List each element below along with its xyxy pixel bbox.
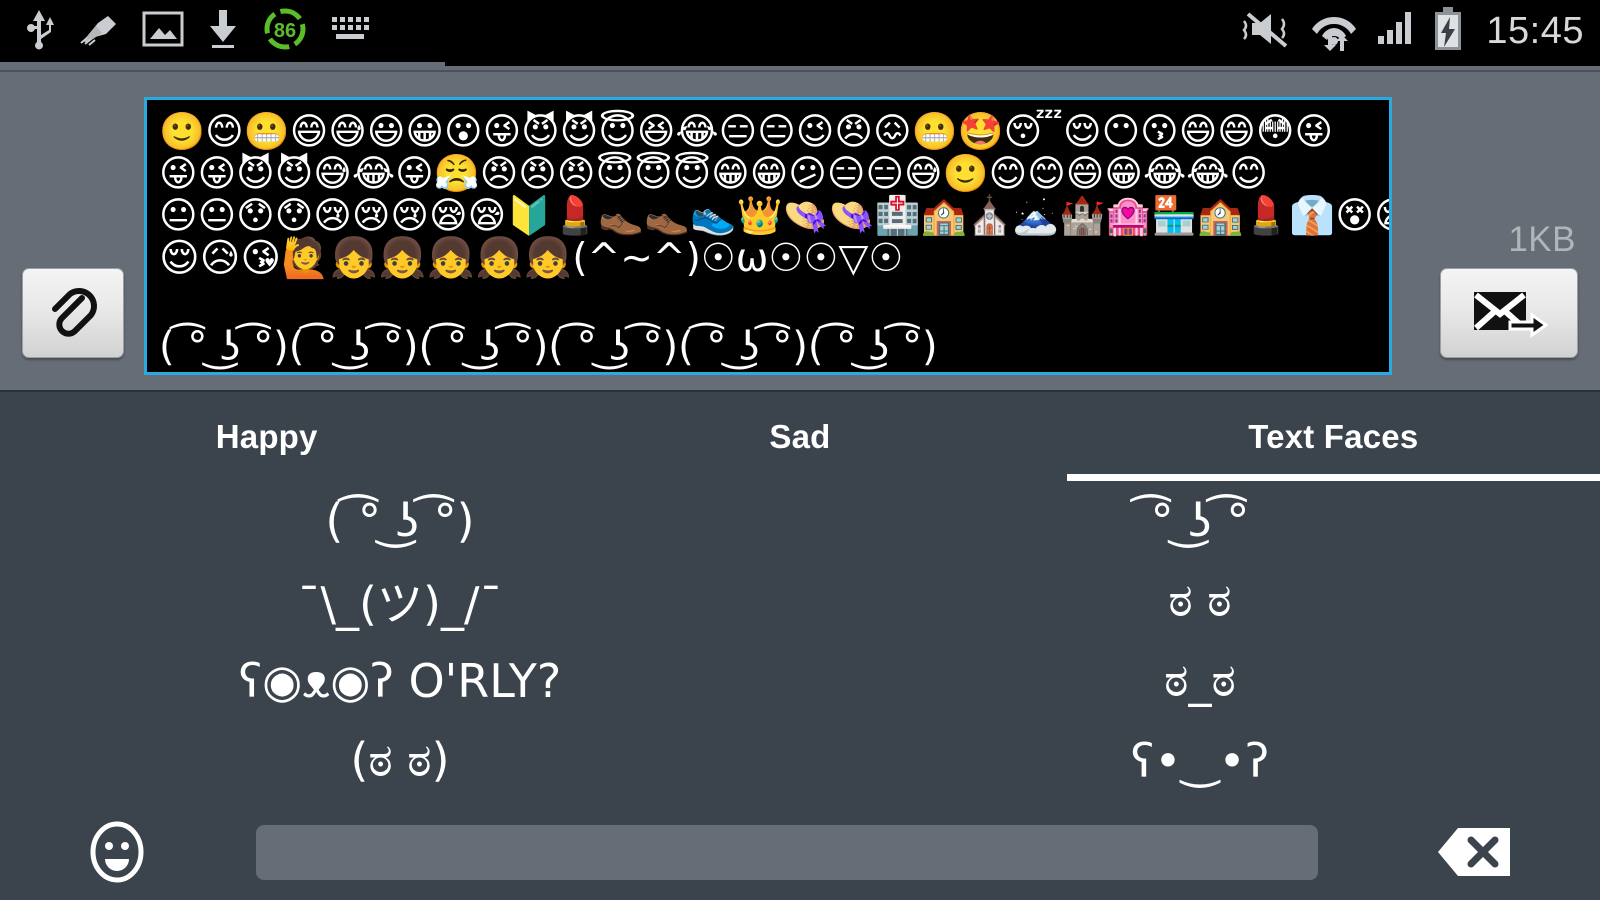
underbar-black-segment xyxy=(445,62,1600,66)
list-item[interactable]: ( ͡° ͜ʖ ͡°) xyxy=(0,481,800,561)
usb-icon xyxy=(22,8,56,55)
keyboard-icon xyxy=(330,14,376,49)
battery-percent-icon: 86 xyxy=(262,6,308,57)
list-item[interactable]: ʕ◉ᴥ◉ʔ O'RLY? xyxy=(0,641,800,721)
status-underbar xyxy=(0,62,1600,72)
list-item[interactable]: ¯\_(ツ)_/¯ xyxy=(0,561,800,641)
emoji-key[interactable] xyxy=(84,819,150,885)
list-item[interactable]: ͡° ͜ʖ ͡° xyxy=(800,481,1600,561)
tab-happy-label: Happy xyxy=(215,417,318,455)
list-item[interactable]: (ಠ ಠ) xyxy=(0,721,800,801)
message-textface-row: 😌😥😘🙋👧👧👧👧👧(^~^)☉ω☉☉▽☉ xyxy=(159,236,904,281)
category-tab-bar: Happy Sad Text Faces xyxy=(0,390,1600,481)
attach-button[interactable] xyxy=(22,268,124,358)
keyboard-bottom-row xyxy=(0,803,1600,900)
screenshot-image-icon xyxy=(142,11,184,52)
tab-text-faces-label: Text Faces xyxy=(1248,417,1419,455)
message-emoji-row: 😜😜😈😈😅😂😜😤😠😠😠😇😇😇😁😁😕😑😑😅🙂😊😊😄😁😂😂😊 xyxy=(159,152,1268,195)
status-bar-right-icons: 15:45 xyxy=(1240,6,1584,57)
list-item[interactable]: ಠ ಠ xyxy=(800,561,1600,641)
send-button[interactable] xyxy=(1440,268,1578,358)
battery-percent-text: 86 xyxy=(274,20,296,42)
attachment-size-label: 1KB xyxy=(1508,220,1576,259)
battery-charging-icon xyxy=(1432,6,1464,57)
message-lenny-row: ( ͡° ͜ʖ ͡°)( ͡° ͜ʖ ͡°)( ͡° ͜ʖ ͡°)( ͡° ͜ʖ… xyxy=(159,324,938,370)
cleaner-broom-icon xyxy=(78,12,120,51)
android-messaging-screen: 86 15:45 1KB 🙂😊😬😄😅😃😀😮😜😈😈😇😆😂😑😑😉😠😖😬🤩😴😌😶😗😄😄… xyxy=(0,0,1600,900)
tab-happy[interactable]: Happy xyxy=(0,392,533,481)
message-emoji-row: 😐😐😯😯😢😢😢😪😪🔰💄👞👞👟👑👒👒🏥🏫⛪🗻🏰🏩🏪🏫💄👔😵😪 xyxy=(159,194,1392,237)
smiley-face-icon xyxy=(90,821,144,883)
status-bar: 86 15:45 xyxy=(0,0,1600,62)
message-emoji-row: 🙂😊😬😄😅😃😀😮😜😈😈😇😆😂😑😑😉😠😖😬🤩😴😌😶😗😄😄😳😜 xyxy=(159,110,1334,153)
cellular-signal-icon xyxy=(1374,8,1418,55)
tab-text-faces[interactable]: Text Faces xyxy=(1066,392,1600,481)
tab-sad[interactable]: Sad xyxy=(533,392,1066,481)
paperclip-icon xyxy=(52,288,97,337)
list-item[interactable]: ಠ_ಠ xyxy=(800,641,1600,721)
status-bar-left-icons: 86 xyxy=(22,6,1240,57)
spacebar-key[interactable] xyxy=(256,825,1318,880)
compose-area: 1KB 🙂😊😬😄😅😃😀😮😜😈😈😇😆😂😑😑😉😠😖😬🤩😴😌😶😗😄😄😳😜 😜😜😈😈😅😂… xyxy=(0,72,1600,390)
list-item[interactable]: ʕ•‿•ʔ xyxy=(800,721,1600,801)
underbar-divider xyxy=(0,70,1600,72)
backspace-key[interactable] xyxy=(1438,826,1510,878)
send-envelope-icon xyxy=(1474,292,1548,338)
message-input-box[interactable]: 🙂😊😬😄😅😃😀😮😜😈😈😇😆😂😑😑😉😠😖😬🤩😴😌😶😗😄😄😳😜 😜😜😈😈😅😂😜😤😠😠… xyxy=(144,97,1392,375)
download-icon xyxy=(206,8,240,55)
tab-sad-label: Sad xyxy=(769,417,831,455)
wifi-icon xyxy=(1308,7,1360,56)
backspace-icon xyxy=(1438,828,1510,876)
mute-vibrate-icon xyxy=(1240,8,1294,55)
text-faces-grid: ( ͡° ͜ʖ ͡°) ͡° ͜ʖ ͡° ¯\_(ツ)_/¯ ಠ ಠ ʕ◉ᴥ◉ʔ… xyxy=(0,481,1600,803)
status-bar-clock: 15:45 xyxy=(1486,9,1584,52)
